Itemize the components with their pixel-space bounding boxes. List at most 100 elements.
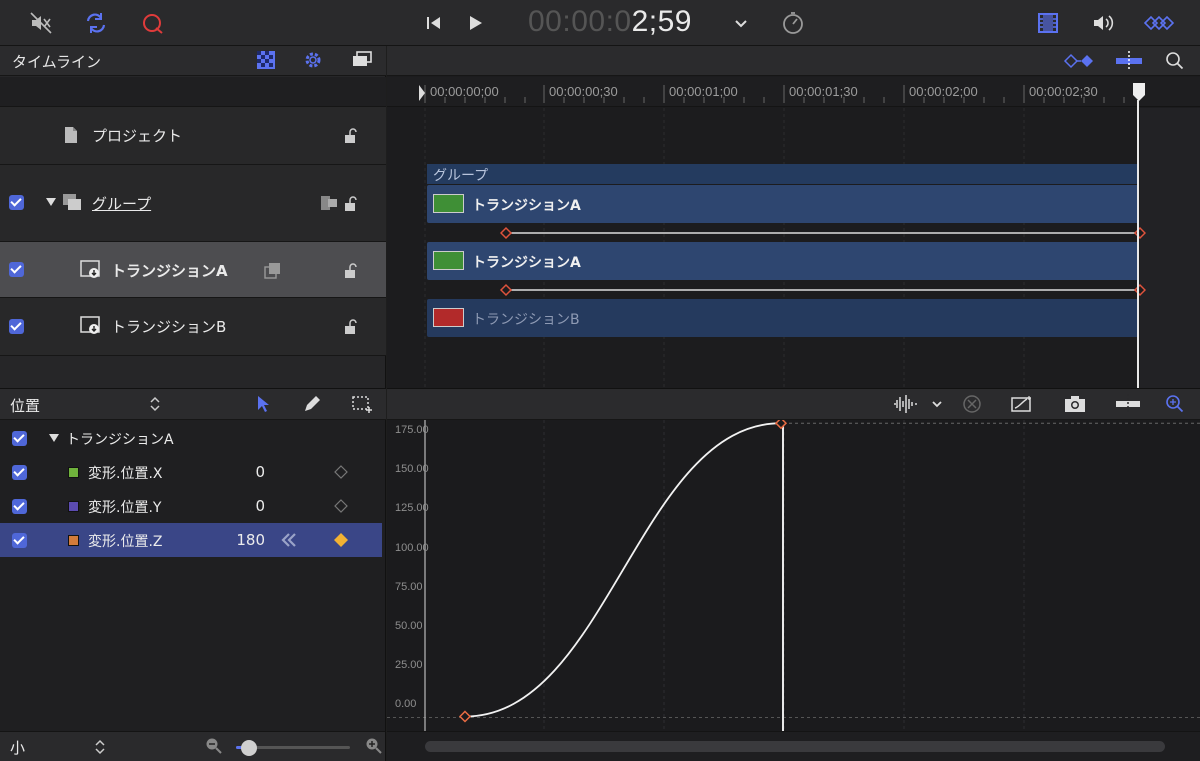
audio-waveform-icon[interactable]: [892, 394, 918, 414]
track-bar-transition-a[interactable]: トランジションA: [427, 185, 1139, 223]
layer-label-transition-a: トランジションA: [111, 262, 228, 280]
lock-icon[interactable]: [342, 262, 360, 280]
clone-icon: [264, 262, 282, 280]
size-selector[interactable]: 小: [10, 737, 25, 758]
zoom-icon[interactable]: [1165, 51, 1185, 71]
fit-curve-icon[interactable]: [1010, 394, 1034, 414]
parameter-value[interactable]: 0: [215, 497, 265, 515]
lock-icon[interactable]: [342, 195, 360, 213]
go-to-start-icon[interactable]: [420, 10, 446, 36]
layers-spacer: [0, 77, 386, 107]
track-label: トランジションA: [472, 198, 581, 214]
timecode-dim: 00:00:0: [528, 5, 632, 38]
layer-row-transition-b[interactable]: トランジションB: [0, 298, 386, 356]
checker-icon[interactable]: [256, 50, 276, 70]
parameter-value[interactable]: 0: [215, 463, 265, 481]
parameter-row-x[interactable]: 変形.位置.X 0: [0, 455, 382, 489]
horizontal-scrollbar[interactable]: [425, 741, 1165, 752]
mute-audio-icon[interactable]: [28, 10, 54, 36]
playhead-handle[interactable]: [1130, 82, 1150, 104]
parameter-selector[interactable]: 位置: [10, 395, 40, 416]
disclosure-triangle-icon[interactable]: [48, 433, 60, 443]
transition-layer-icon: [80, 260, 102, 280]
up-down-chevron-icon[interactable]: [93, 738, 107, 756]
record-icon[interactable]: [140, 10, 166, 36]
disclosure-triangle-icon[interactable]: [45, 197, 57, 207]
parameter-row-y[interactable]: 変形.位置.Y 0: [0, 489, 382, 523]
keyframe-diamond-icon[interactable]: [334, 465, 348, 479]
parameter-checkbox[interactable]: [12, 533, 27, 548]
parameter-group-row[interactable]: トランジションA: [0, 421, 382, 455]
layer-checkbox[interactable]: [9, 195, 24, 210]
timecode-lit: 2;59: [631, 5, 692, 38]
previous-keyframe-icon[interactable]: [280, 532, 298, 548]
keyframe-diamond-icon[interactable]: [333, 532, 349, 548]
snapping-icon[interactable]: [1114, 394, 1142, 414]
y-tick-label: 0.00: [395, 698, 417, 710]
clip-thumbnail: [433, 194, 464, 213]
snapping-icon[interactable]: [1114, 51, 1144, 71]
timecode-menu-chevron-icon[interactable]: [728, 10, 754, 36]
parameter-checkbox[interactable]: [12, 465, 27, 480]
keyframe-navigation-icon[interactable]: [1138, 10, 1178, 36]
layer-row-project[interactable]: プロジェクト: [0, 107, 386, 165]
track-bar-transition-b[interactable]: トランジションB: [427, 299, 1139, 337]
parameter-value[interactable]: 180: [215, 531, 265, 549]
ruler-tick-label: 00:00:00;00: [430, 84, 499, 99]
parameter-checkbox[interactable]: [12, 499, 27, 514]
zoom-icon[interactable]: [1165, 394, 1185, 414]
lock-icon[interactable]: [342, 127, 360, 145]
layer-checkbox[interactable]: [9, 319, 24, 334]
keyframe-diamond-icon[interactable]: [334, 499, 348, 513]
pen-tool-icon[interactable]: [302, 394, 322, 414]
timer-icon[interactable]: [780, 10, 806, 36]
loop-icon[interactable]: [83, 10, 109, 36]
track-bar-transition-a-2[interactable]: トランジションA: [427, 242, 1139, 280]
playhead-line[interactable]: [1137, 100, 1139, 388]
film-strip-icon[interactable]: [1035, 10, 1061, 36]
current-timecode[interactable]: 00:00:02;59: [528, 5, 692, 39]
ruler-tick-label: 00:00:02;00: [909, 84, 978, 99]
parameter-color-swatch: [68, 501, 79, 512]
layer-checkbox[interactable]: [9, 262, 24, 277]
zoom-out-icon[interactable]: [205, 737, 223, 755]
ruler-tick-label: 00:00:01;30: [789, 84, 858, 99]
timeline-panel-title: タイムライン: [12, 53, 101, 71]
timeline-panel-header: タイムライン: [0, 46, 386, 76]
up-down-chevron-icon[interactable]: [148, 395, 162, 413]
layer-label-group[interactable]: グループ: [92, 193, 151, 214]
speaker-icon[interactable]: [1090, 10, 1116, 36]
top-toolbar: 00:00:02;59: [0, 0, 1200, 46]
track-label: トランジションB: [472, 312, 580, 328]
graph-scroll-area: [387, 731, 1200, 761]
ruler-tick-label: 00:00:00;30: [549, 84, 618, 99]
layer-row-group[interactable]: グループ: [0, 165, 386, 242]
play-icon[interactable]: [463, 10, 489, 36]
keyframe-toggle-icon[interactable]: [1062, 52, 1096, 70]
keyframe-line[interactable]: [500, 283, 1146, 297]
parameter-name: 変形.位置.Y: [88, 500, 162, 516]
zoom-in-icon[interactable]: [365, 737, 383, 755]
parameter-toolbar: 位置: [0, 388, 386, 420]
keyframe-line[interactable]: [500, 226, 1146, 240]
parameter-row-z[interactable]: 変形.位置.Z 180: [0, 523, 382, 557]
time-ruler[interactable]: 00:00:00;00 00:00:00;30 00:00:01;00 00:0…: [387, 77, 1200, 107]
layer-label-project: プロジェクト: [92, 127, 183, 145]
layers-view-icon[interactable]: [351, 50, 373, 70]
clear-icon[interactable]: [962, 394, 982, 414]
waveform-menu-chevron-icon[interactable]: [930, 397, 944, 411]
graph-keyframe: [458, 710, 472, 723]
group-icon: [62, 193, 82, 211]
y-tick-label: 125.00: [395, 502, 429, 514]
group-track-bar[interactable]: グループ: [427, 164, 1139, 184]
layer-row-transition-a[interactable]: トランジションA: [0, 242, 386, 298]
camera-icon[interactable]: [1063, 394, 1087, 414]
keyframe-graph[interactable]: [387, 420, 1200, 731]
marquee-select-icon[interactable]: [351, 394, 373, 414]
zoom-slider-thumb[interactable]: [241, 740, 257, 756]
gear-icon[interactable]: [303, 50, 323, 70]
layer-label-transition-b: トランジションB: [111, 318, 227, 336]
parameter-checkbox[interactable]: [12, 431, 27, 446]
lock-icon[interactable]: [342, 318, 360, 336]
arrow-pointer-icon[interactable]: [255, 394, 271, 414]
